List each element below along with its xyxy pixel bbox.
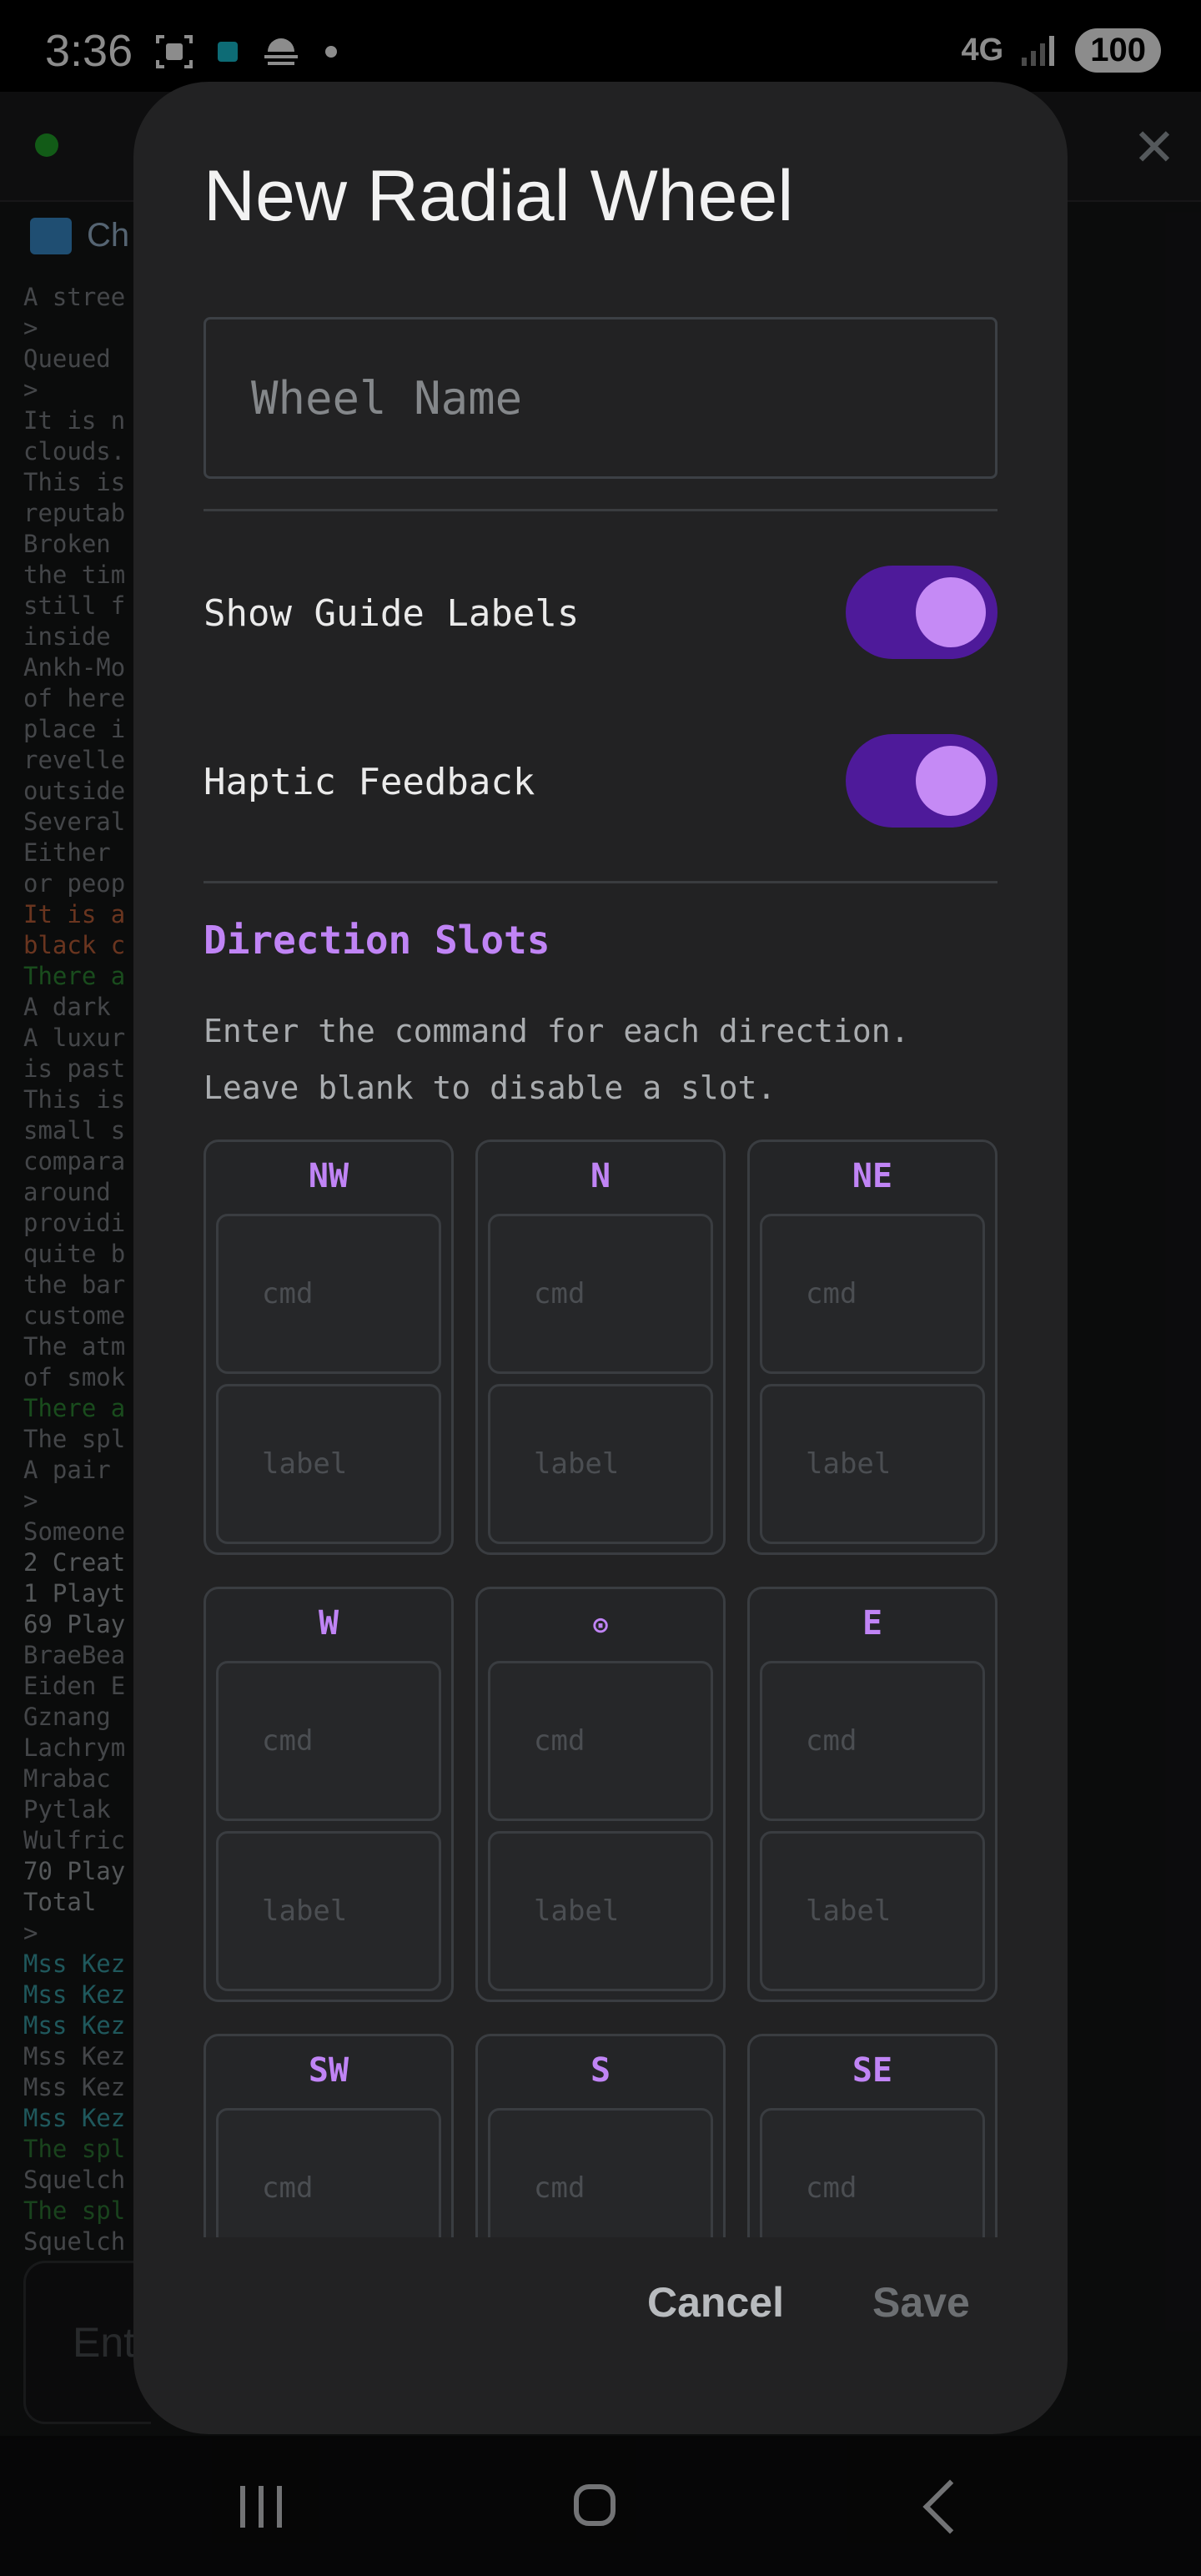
slot-e: E [747,1587,997,2002]
slot-nw: NW [204,1140,454,1555]
cancel-button[interactable]: Cancel [642,2277,789,2327]
slot-center-label-input[interactable] [488,1831,713,1991]
slot-sw-cmd-input[interactable] [216,2108,441,2237]
slot-direction-label: NE [852,1157,893,1195]
slot-n-cmd-input[interactable] [488,1214,713,1374]
slot-s: S [475,2034,726,2237]
slot-se: SE [747,2034,997,2237]
slot-direction-label: NW [308,1157,349,1195]
slot-w: W [204,1587,454,2002]
slot-direction-label: E [862,1604,883,1643]
new-radial-wheel-dialog: New Radial Wheel Show Guide Labels Hapti… [133,82,1068,2434]
slot-center-cmd-input[interactable] [488,1661,713,1821]
direction-slots-scroll[interactable]: NW N NE W ⊙ [204,1140,997,2237]
slot-direction-label: SE [852,2051,893,2090]
slot-ne-cmd-input[interactable] [760,1214,985,1374]
toggle-row-haptic-feedback: Haptic Feedback [204,734,997,828]
show-guide-labels-switch[interactable] [846,566,997,659]
slot-center-icon: ⊙ [592,1611,609,1640]
slot-e-cmd-input[interactable] [760,1661,985,1821]
save-button[interactable]: Save [867,2277,975,2327]
slot-nw-cmd-input[interactable] [216,1214,441,1374]
slot-n: N [475,1140,726,1555]
divider-middle [204,881,997,883]
slot-s-cmd-input[interactable] [488,2108,713,2237]
divider-top [204,509,997,511]
slot-se-cmd-input[interactable] [760,2108,985,2237]
slot-n-label-input[interactable] [488,1384,713,1544]
wheel-name-input[interactable] [204,317,997,479]
switch-knob [916,746,986,816]
dialog-title: New Radial Wheel [204,156,794,236]
slot-direction-label: W [318,1604,339,1643]
slot-ne: NE [747,1140,997,1555]
slot-e-label-input[interactable] [760,1831,985,1991]
show-guide-labels-label: Show Guide Labels [204,592,580,635]
direction-slots-description: Enter the command for each direction. Le… [204,1003,997,1116]
direction-slots-title: Direction Slots [204,918,550,963]
slot-center: ⊙ [475,1587,726,2002]
slot-ne-label-input[interactable] [760,1384,985,1544]
toggle-row-show-guide-labels: Show Guide Labels [204,566,997,659]
haptic-feedback-label: Haptic Feedback [204,761,535,803]
slot-direction-label: SW [308,2051,349,2090]
description-line-1: Enter the command for each direction. [204,1013,910,1049]
slot-w-label-input[interactable] [216,1831,441,1991]
slot-nw-label-input[interactable] [216,1384,441,1544]
direction-slots-grid: NW N NE W ⊙ [204,1140,997,2237]
slot-direction-label: S [590,2051,611,2090]
slot-direction-label: N [590,1157,611,1195]
slot-w-cmd-input[interactable] [216,1661,441,1821]
description-line-2: Leave blank to disable a slot. [204,1069,776,1106]
slot-sw: SW [204,2034,454,2237]
haptic-feedback-switch[interactable] [846,734,997,828]
switch-knob [916,577,986,647]
